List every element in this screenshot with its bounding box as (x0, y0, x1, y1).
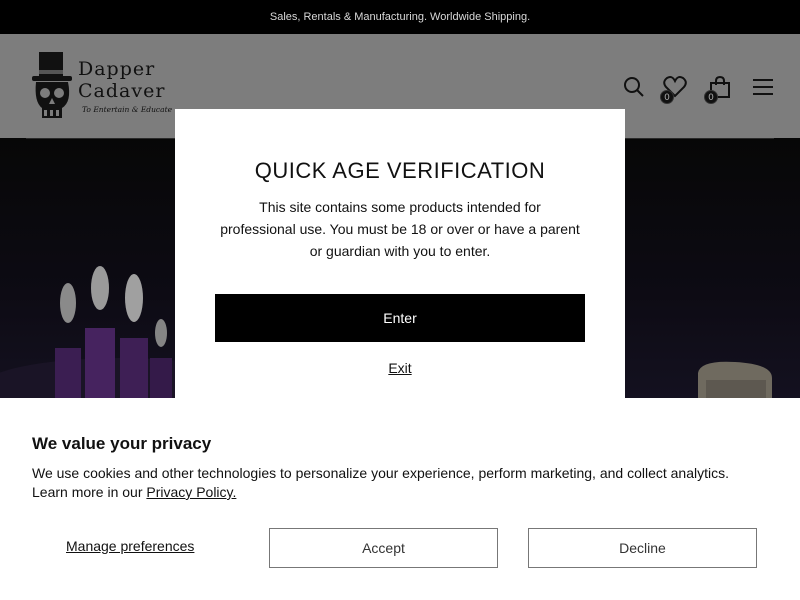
hamburger-menu-icon (753, 79, 773, 95)
age-verification-modal: QUICK AGE VERIFICATION This site contain… (175, 109, 625, 400)
privacy-policy-link[interactable]: Privacy Policy. (146, 484, 236, 500)
manage-preferences-link[interactable]: Manage preferences (66, 538, 194, 554)
skull-top-hat-icon (32, 52, 72, 118)
logo-word-2: Cadaver (78, 80, 166, 102)
announcement-bar: Sales, Rentals & Manufacturing. Worldwid… (0, 0, 800, 34)
cart-count-badge: 0 (704, 90, 718, 104)
wishlist-button[interactable]: 0 (660, 74, 688, 104)
menu-button[interactable] (750, 74, 776, 100)
cookie-banner-text: We use cookies and other technologies to… (32, 464, 732, 502)
site-logo[interactable]: Dapper Cadaver To Entertain & Educate (30, 52, 180, 122)
cookie-consent-banner: We value your privacy We use cookies and… (0, 398, 800, 600)
cookie-banner-title: We value your privacy (32, 434, 212, 453)
wishlist-count-badge: 0 (660, 90, 674, 104)
logo-word-1: Dapper (78, 58, 156, 80)
cart-button[interactable]: 0 (704, 74, 733, 104)
exit-link[interactable]: Exit (175, 360, 625, 376)
cookie-description: We use cookies and other technologies to… (32, 465, 730, 500)
search-button[interactable] (621, 74, 647, 100)
age-modal-title: QUICK AGE VERIFICATION (254, 158, 546, 183)
announcement-text: Sales, Rentals & Manufacturing. Worldwid… (269, 11, 531, 23)
enter-button[interactable]: Enter (215, 294, 585, 342)
decline-cookies-button[interactable]: Decline (528, 528, 757, 568)
age-modal-description: This site contains some products intende… (220, 199, 580, 259)
accept-cookies-button[interactable]: Accept (269, 528, 498, 568)
logo-tagline: To Entertain & Educate (82, 105, 173, 114)
search-icon (624, 77, 644, 97)
